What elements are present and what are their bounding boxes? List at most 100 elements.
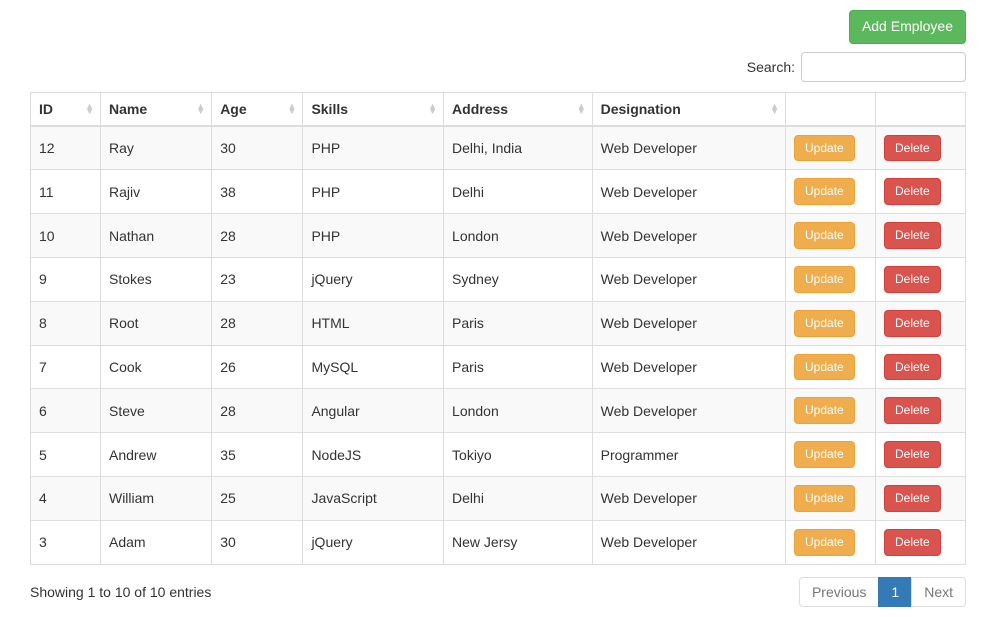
- search-input[interactable]: [801, 52, 966, 82]
- table-row: 3Adam30jQueryNew JersyWeb DeveloperUpdat…: [31, 520, 966, 564]
- delete-button[interactable]: Delete: [884, 310, 941, 337]
- cell-id: 8: [31, 301, 101, 345]
- next-button[interactable]: Next: [911, 577, 966, 607]
- delete-button[interactable]: Delete: [884, 135, 941, 162]
- table-row: 7Cook26MySQLParisWeb Developer Update Dele…: [31, 345, 966, 389]
- table-header-row: ID▲▼ Name▲▼ Age▲▼ Skills▲▼ Address▲▼ Des…: [31, 92, 966, 126]
- cell-skills: JavaScript: [303, 476, 444, 520]
- cell-id: 7: [31, 345, 101, 389]
- update-button[interactable]: Update: [794, 397, 855, 424]
- delete-button[interactable]: Delete: [884, 178, 941, 205]
- cell-age: 38: [212, 170, 303, 214]
- cell-name: Rajiv: [100, 170, 211, 214]
- cell-name: Root: [100, 301, 211, 345]
- entries-info: Showing 1 to 10 of 10 entries: [30, 584, 211, 600]
- update-button[interactable]: Update: [794, 310, 855, 337]
- delete-button[interactable]: Delete: [884, 529, 941, 556]
- cell-name: Cook: [100, 345, 211, 389]
- cell-age: 30: [212, 520, 303, 564]
- cell-designation: Web Developer: [592, 214, 785, 258]
- cell-name: Ray: [100, 126, 211, 170]
- cell-address: Tokiyo: [444, 433, 593, 477]
- cell-address: Delhi: [444, 170, 593, 214]
- cell-designation: Web Developer: [592, 257, 785, 301]
- cell-designation: Web Developer: [592, 345, 785, 389]
- cell-age: 28: [212, 301, 303, 345]
- cell-address: Delhi, India: [444, 126, 593, 170]
- cell-id: 4: [31, 476, 101, 520]
- cell-address: New Jersy: [444, 520, 593, 564]
- table-row: 10Nathan28PHPLondonWeb DeveloperUpdateDe…: [31, 214, 966, 258]
- table-row: 6Steve28AngularLondonWeb DeveloperUpdate…: [31, 389, 966, 433]
- delete-button[interactable]: Delete: [884, 266, 941, 293]
- cell-designation: Web Developer: [592, 520, 785, 564]
- cell-skills: MySQL: [303, 345, 444, 389]
- table-row: 4William25JavaScriptDelhiWeb DeveloperUp…: [31, 476, 966, 520]
- cell-name: Stokes: [100, 257, 211, 301]
- pagination: Previous 1 Next: [800, 577, 966, 607]
- sort-icon: ▲▼: [85, 104, 94, 114]
- cell-designation: Web Developer: [592, 126, 785, 170]
- cell-skills: PHP: [303, 214, 444, 258]
- cell-name: Steve: [100, 389, 211, 433]
- cell-designation: Web Developer: [592, 301, 785, 345]
- column-header-name[interactable]: Name▲▼: [100, 92, 211, 126]
- column-header-designation[interactable]: Designation▲▼: [592, 92, 785, 126]
- cell-skills: Angular: [303, 389, 444, 433]
- page-number-button[interactable]: 1: [878, 577, 912, 607]
- table-row: 11Rajiv38PHPDelhiWeb Developer Update Dele…: [31, 170, 966, 214]
- column-header-age[interactable]: Age▲▼: [212, 92, 303, 126]
- cell-address: Paris: [444, 301, 593, 345]
- cell-id: 9: [31, 257, 101, 301]
- cell-id: 6: [31, 389, 101, 433]
- cell-name: Nathan: [100, 214, 211, 258]
- cell-age: 23: [212, 257, 303, 301]
- cell-skills: jQuery: [303, 257, 444, 301]
- cell-address: Delhi: [444, 476, 593, 520]
- table-row: 9Stokes23jQuerySydneyWeb Developer Update…: [31, 257, 966, 301]
- update-button[interactable]: Update: [794, 222, 855, 249]
- add-employee-button[interactable]: Add Employee: [849, 10, 966, 44]
- column-header-skills[interactable]: Skills▲▼: [303, 92, 444, 126]
- employee-table: ID▲▼ Name▲▼ Age▲▼ Skills▲▼ Address▲▼ Des…: [30, 92, 966, 565]
- sort-icon: ▲▼: [196, 104, 205, 114]
- update-button[interactable]: Update: [794, 178, 855, 205]
- update-button[interactable]: Update: [794, 485, 855, 512]
- cell-id: 12: [31, 126, 101, 170]
- previous-button[interactable]: Previous: [799, 577, 879, 607]
- cell-age: 30: [212, 126, 303, 170]
- sort-icon: ▲▼: [770, 104, 779, 114]
- cell-age: 26: [212, 345, 303, 389]
- cell-skills: jQuery: [303, 520, 444, 564]
- cell-skills: NodeJS: [303, 433, 444, 477]
- sort-icon: ▲▼: [428, 104, 437, 114]
- sort-icon: ▲▼: [577, 104, 586, 114]
- cell-name: Andrew: [100, 433, 211, 477]
- cell-designation: Web Developer: [592, 389, 785, 433]
- table-row: 5Andrew35NodeJSTokiyoProgrammerUpdateDel…: [31, 433, 966, 477]
- update-button[interactable]: Update: [794, 529, 855, 556]
- delete-button[interactable]: Delete: [884, 354, 941, 381]
- cell-address: Paris: [444, 345, 593, 389]
- update-button[interactable]: Update: [794, 354, 855, 381]
- cell-designation: Web Developer: [592, 170, 785, 214]
- update-button[interactable]: Update: [794, 441, 855, 468]
- cell-id: 11: [31, 170, 101, 214]
- update-button[interactable]: Update: [794, 135, 855, 162]
- cell-skills: PHP: [303, 170, 444, 214]
- delete-button[interactable]: Delete: [884, 485, 941, 512]
- cell-id: 10: [31, 214, 101, 258]
- column-header-address[interactable]: Address▲▼: [444, 92, 593, 126]
- column-header-id[interactable]: ID▲▼: [31, 92, 101, 126]
- delete-button[interactable]: Delete: [884, 222, 941, 249]
- cell-age: 35: [212, 433, 303, 477]
- table-row: 8Root28HTMLParisWeb DeveloperUpdateDelet…: [31, 301, 966, 345]
- delete-button[interactable]: Delete: [884, 397, 941, 424]
- cell-name: Adam: [100, 520, 211, 564]
- column-header-delete: [876, 92, 966, 126]
- update-button[interactable]: Update: [794, 266, 855, 293]
- table-row: 12Ray30PHPDelhi, IndiaWeb DeveloperUpdat…: [31, 126, 966, 170]
- cell-designation: Web Developer: [592, 476, 785, 520]
- cell-address: Sydney: [444, 257, 593, 301]
- delete-button[interactable]: Delete: [884, 441, 941, 468]
